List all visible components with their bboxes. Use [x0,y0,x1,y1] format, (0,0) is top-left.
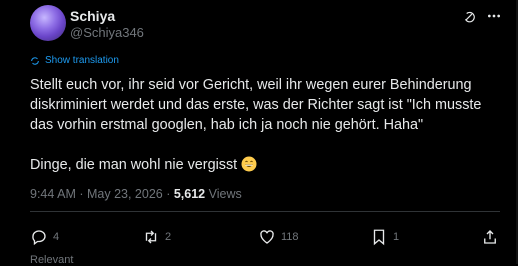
meta-separator-2: · [162,187,174,201]
tweet-meta: 9:44 AM · May 23, 2026 · 5,612 Views [30,187,242,201]
repost-icon [145,230,157,244]
like-button[interactable]: 118 [258,228,299,246]
translation-row[interactable]: Show translation [30,55,119,66]
author-name[interactable]: Schiya [70,8,115,24]
views-label: Views [208,187,242,201]
reply-icon [32,230,46,246]
show-translation-link[interactable]: Show translation [45,55,119,66]
bookmark-count: 1 [393,231,400,243]
tweet-body: Stellt euch vor, ihr seid vor Gericht, w… [30,77,482,173]
bookmark-button[interactable]: 1 [370,228,399,246]
share-icon [484,230,496,244]
more-options-icon[interactable] [486,8,502,24]
divider [30,211,500,212]
grok-icon[interactable] [462,10,476,24]
action-bar: 4 2 118 1 [30,228,500,248]
tweet-text: Stellt euch vor, ihr seid vor Gericht, w… [30,75,500,175]
repost-button[interactable]: 2 [142,228,171,246]
translate-icon [31,56,39,65]
tweet-date[interactable]: May 23, 2026 [87,187,163,201]
relevant-label[interactable]: Relevant [30,254,73,266]
reply-button[interactable]: 4 [30,228,59,246]
reply-count: 4 [53,231,60,243]
meta-separator: · [75,187,87,201]
like-count: 118 [281,231,299,243]
tweet-time[interactable]: 9:44 AM [30,187,76,201]
views-count[interactable]: 5,612 [174,187,205,201]
heart-icon [260,230,274,244]
bookmark-icon [373,229,385,246]
grinning-face-emoji-icon [241,156,257,172]
author-handle[interactable]: @Schiya346 [70,25,144,40]
avatar[interactable] [30,5,66,41]
share-button[interactable] [481,228,499,246]
repost-count: 2 [165,231,172,243]
